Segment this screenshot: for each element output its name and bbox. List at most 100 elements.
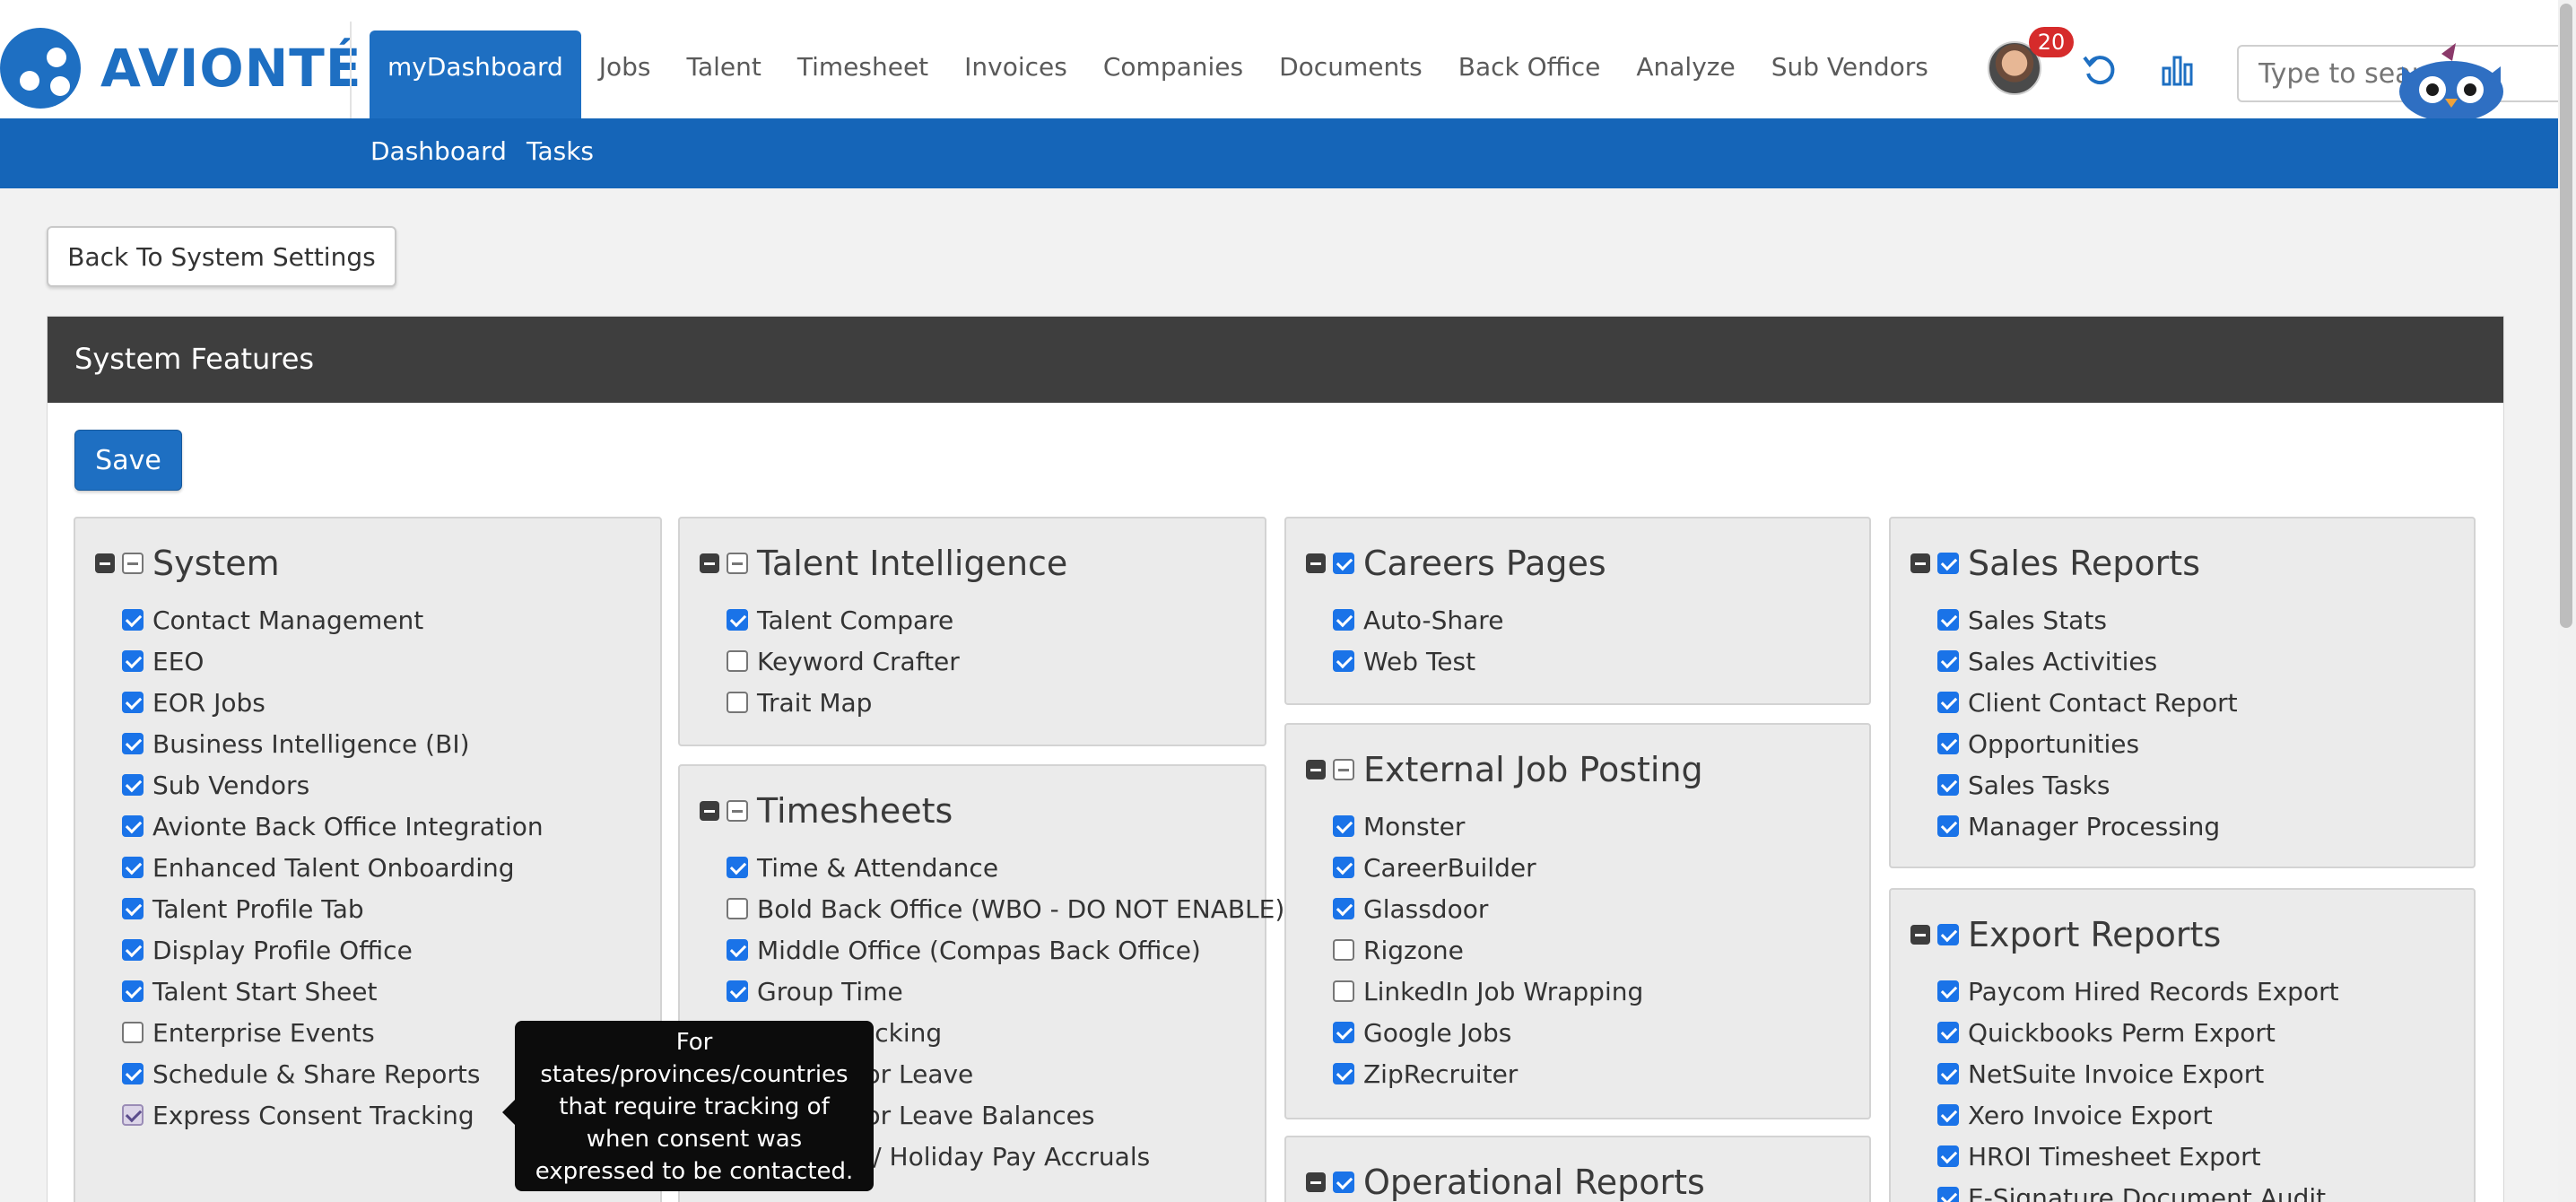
feature-checkbox[interactable] bbox=[1937, 774, 1959, 796]
feature-item-monster[interactable]: Monster bbox=[1333, 806, 1643, 847]
nav-item-sub-vendors[interactable]: Sub Vendors bbox=[1754, 30, 1946, 118]
feature-item-talent-start-sheet[interactable]: Talent Start Sheet bbox=[122, 971, 544, 1012]
nav-item-invoices[interactable]: Invoices bbox=[946, 30, 1085, 118]
feature-checkbox[interactable] bbox=[1333, 815, 1354, 837]
feature-checkbox[interactable] bbox=[122, 898, 144, 919]
feature-checkbox[interactable] bbox=[122, 980, 144, 1002]
bar-chart-icon[interactable] bbox=[2158, 50, 2197, 90]
feature-checkbox[interactable] bbox=[1333, 939, 1354, 961]
feature-item-time-attendance[interactable]: Time & Attendance bbox=[727, 847, 1284, 888]
feature-item-ziprecruiter[interactable]: ZipRecruiter bbox=[1333, 1053, 1643, 1094]
collapse-icon[interactable] bbox=[700, 801, 719, 821]
feature-checkbox[interactable] bbox=[122, 857, 144, 878]
feature-item-enterprise-events[interactable]: Enterprise Events bbox=[122, 1012, 544, 1053]
feature-item-contact-management[interactable]: Contact Management bbox=[122, 599, 544, 640]
feature-checkbox[interactable] bbox=[122, 609, 144, 631]
subnav-dashboard[interactable]: Dashboard bbox=[370, 136, 507, 166]
feature-checkbox[interactable] bbox=[1937, 692, 1959, 713]
feature-checkbox[interactable] bbox=[122, 692, 144, 713]
feature-item-xero-invoice-export[interactable]: Xero Invoice Export bbox=[1937, 1094, 2339, 1136]
nav-item-analyze[interactable]: Analyze bbox=[1618, 30, 1753, 118]
group-select-all-checkbox[interactable] bbox=[122, 553, 144, 574]
feature-item-trait-map[interactable]: Trait Map bbox=[727, 682, 960, 723]
feature-item-careerbuilder[interactable]: CareerBuilder bbox=[1333, 847, 1643, 888]
feature-checkbox[interactable] bbox=[727, 857, 748, 878]
feature-checkbox[interactable] bbox=[727, 692, 748, 713]
feature-item-glassdoor[interactable]: Glassdoor bbox=[1333, 888, 1643, 929]
feature-item-express-consent-tracking[interactable]: Express Consent Tracking bbox=[122, 1094, 544, 1136]
feature-checkbox[interactable] bbox=[122, 815, 144, 837]
feature-checkbox[interactable] bbox=[727, 939, 748, 961]
nav-item-mydashboard[interactable]: myDashboard bbox=[370, 30, 581, 118]
nav-item-talent[interactable]: Talent bbox=[669, 30, 779, 118]
feature-checkbox[interactable] bbox=[727, 898, 748, 919]
feature-item-e-signature-document-audit[interactable]: E-Signature Document Audit bbox=[1937, 1177, 2339, 1202]
group-select-all-checkbox[interactable] bbox=[1333, 1172, 1354, 1193]
feature-item-manager-processing[interactable]: Manager Processing bbox=[1937, 806, 2238, 847]
feature-item-quickbooks-perm-export[interactable]: Quickbooks Perm Export bbox=[1937, 1012, 2339, 1053]
nav-item-back-office[interactable]: Back Office bbox=[1440, 30, 1619, 118]
notification-badge[interactable]: 20 bbox=[2029, 27, 2074, 57]
nav-item-companies[interactable]: Companies bbox=[1085, 30, 1261, 118]
feature-item-display-profile-office[interactable]: Display Profile Office bbox=[122, 929, 544, 971]
feature-checkbox[interactable] bbox=[1937, 1022, 1959, 1043]
feature-item-hroi-timesheet-export[interactable]: HROI Timesheet Export bbox=[1937, 1136, 2339, 1177]
nav-item-timesheet[interactable]: Timesheet bbox=[779, 30, 946, 118]
feature-item-sales-tasks[interactable]: Sales Tasks bbox=[1937, 764, 2238, 806]
feature-checkbox[interactable] bbox=[1937, 1145, 1959, 1167]
feature-item-middle-office-compas-back-office[interactable]: Middle Office (Compas Back Office) bbox=[727, 929, 1284, 971]
feature-checkbox[interactable] bbox=[727, 650, 748, 672]
feature-item-netsuite-invoice-export[interactable]: NetSuite Invoice Export bbox=[1937, 1053, 2339, 1094]
group-select-all-checkbox[interactable] bbox=[727, 553, 748, 574]
feature-item-rigzone[interactable]: Rigzone bbox=[1333, 929, 1643, 971]
refresh-icon[interactable] bbox=[2079, 50, 2119, 90]
feature-checkbox[interactable] bbox=[1937, 733, 1959, 754]
collapse-icon[interactable] bbox=[95, 553, 115, 573]
group-select-all-checkbox[interactable] bbox=[1333, 553, 1354, 574]
feature-checkbox[interactable] bbox=[122, 1022, 144, 1043]
feature-item-google-jobs[interactable]: Google Jobs bbox=[1333, 1012, 1643, 1053]
feature-checkbox[interactable] bbox=[1937, 815, 1959, 837]
feature-item-bold-back-office-wbo-do-not-enable[interactable]: Bold Back Office (WBO - DO NOT ENABLE) bbox=[727, 888, 1284, 929]
feature-checkbox[interactable] bbox=[727, 980, 748, 1002]
feature-checkbox[interactable] bbox=[122, 650, 144, 672]
subnav-tasks[interactable]: Tasks bbox=[527, 136, 594, 166]
feature-item-talent-profile-tab[interactable]: Talent Profile Tab bbox=[122, 888, 544, 929]
feature-item-sub-vendors[interactable]: Sub Vendors bbox=[122, 764, 544, 806]
collapse-icon[interactable] bbox=[700, 553, 719, 573]
feature-item-web-test[interactable]: Web Test bbox=[1333, 640, 1503, 682]
feature-item-talent-compare[interactable]: Talent Compare bbox=[727, 599, 960, 640]
feature-checkbox[interactable] bbox=[1937, 980, 1959, 1002]
feature-checkbox[interactable] bbox=[1333, 1022, 1354, 1043]
collapse-icon[interactable] bbox=[1306, 553, 1326, 573]
group-select-all-checkbox[interactable] bbox=[1937, 924, 1959, 945]
feature-item-keyword-crafter[interactable]: Keyword Crafter bbox=[727, 640, 960, 682]
avionte-logo[interactable]: AVIONTÉ bbox=[0, 23, 361, 113]
feature-checkbox[interactable] bbox=[122, 774, 144, 796]
feature-item-auto-share[interactable]: Auto-Share bbox=[1333, 599, 1503, 640]
feature-checkbox[interactable] bbox=[1937, 1104, 1959, 1126]
save-button[interactable]: Save bbox=[74, 430, 182, 491]
group-select-all-checkbox[interactable] bbox=[727, 800, 748, 822]
feature-checkbox[interactable] bbox=[1937, 1187, 1959, 1202]
back-to-system-settings-button[interactable]: Back To System Settings bbox=[47, 226, 396, 287]
feature-item-enhanced-talent-onboarding[interactable]: Enhanced Talent Onboarding bbox=[122, 847, 544, 888]
feature-checkbox[interactable] bbox=[122, 733, 144, 754]
feature-checkbox[interactable] bbox=[1333, 898, 1354, 919]
feature-checkbox[interactable] bbox=[1937, 609, 1959, 631]
feature-item-schedule-share-reports[interactable]: Schedule & Share Reports bbox=[122, 1053, 544, 1094]
collapse-icon[interactable] bbox=[1306, 760, 1326, 780]
feature-item-client-contact-report[interactable]: Client Contact Report bbox=[1937, 682, 2238, 723]
feature-checkbox[interactable] bbox=[1333, 857, 1354, 878]
nav-item-documents[interactable]: Documents bbox=[1261, 30, 1440, 118]
feature-checkbox[interactable] bbox=[122, 1063, 144, 1084]
feature-item-eeo[interactable]: EEO bbox=[122, 640, 544, 682]
feature-checkbox[interactable] bbox=[1333, 1063, 1354, 1084]
group-select-all-checkbox[interactable] bbox=[1333, 759, 1354, 780]
collapse-icon[interactable] bbox=[1306, 1172, 1326, 1192]
scrollbar-thumb[interactable] bbox=[2560, 4, 2572, 628]
feature-item-business-intelligence-bi[interactable]: Business Intelligence (BI) bbox=[122, 723, 544, 764]
feature-checkbox[interactable] bbox=[1333, 650, 1354, 672]
feature-item-sales-activities[interactable]: Sales Activities bbox=[1937, 640, 2238, 682]
feature-checkbox[interactable] bbox=[1937, 1063, 1959, 1084]
